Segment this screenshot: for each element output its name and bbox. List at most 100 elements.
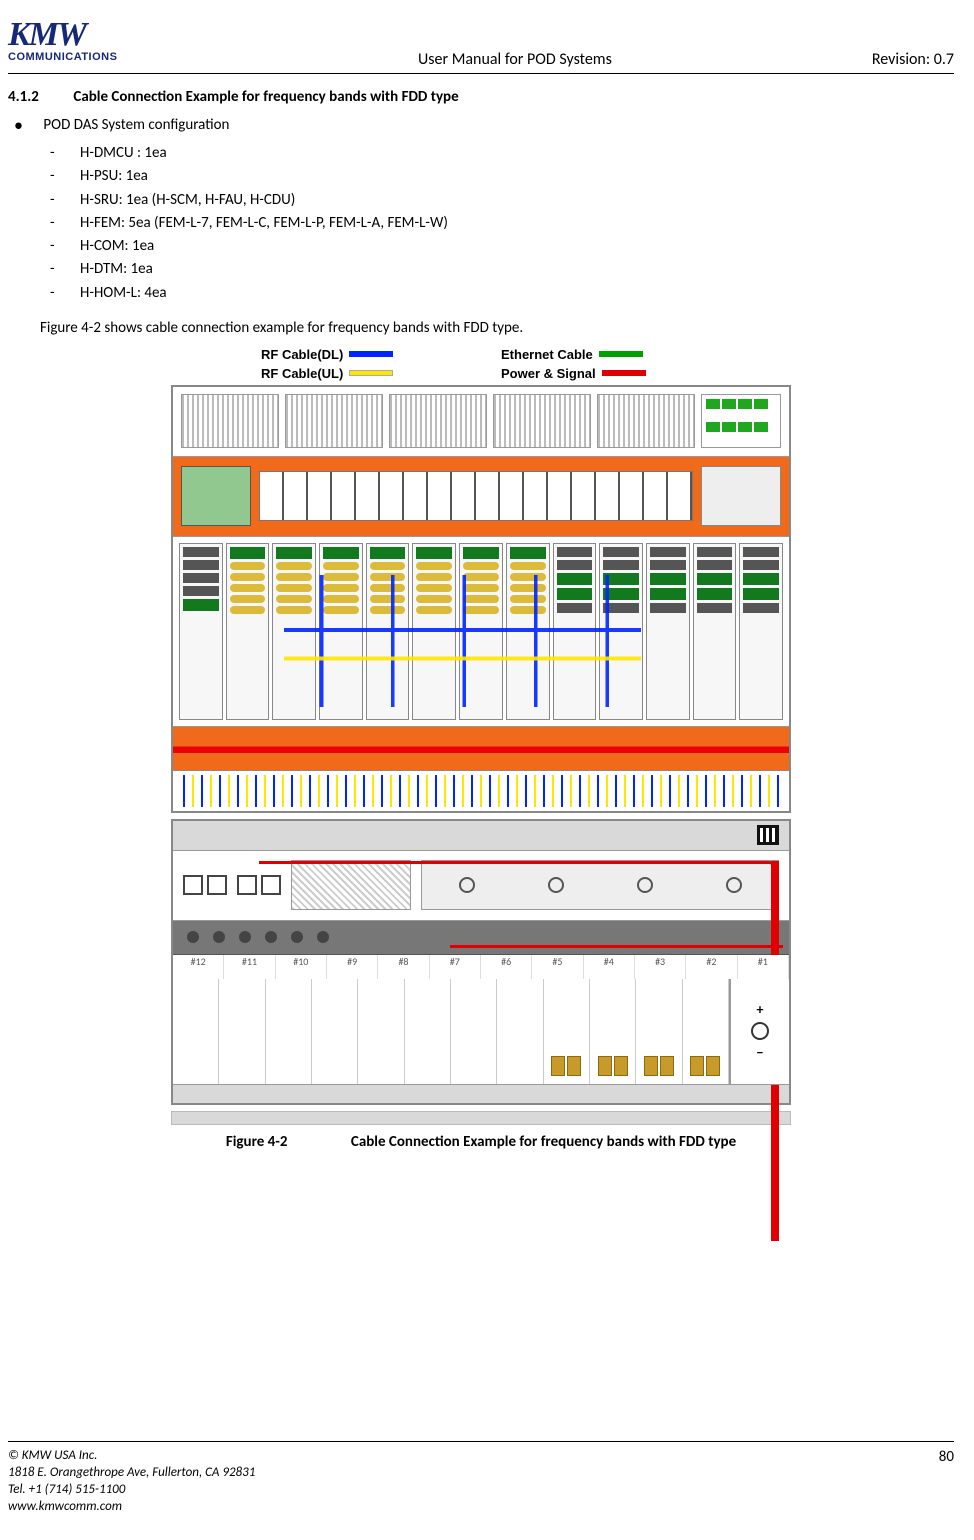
slot-label: #11 [224,955,275,979]
footer-tel: Tel. +1 (714) 515-1100 [8,1482,255,1499]
figure-caption-text: Cable Connection Example for frequency b… [351,1133,736,1151]
card-module [506,543,550,720]
slot-label: #3 [635,955,686,979]
card-module [179,543,223,720]
slot-label: #8 [378,955,429,979]
card-module [599,543,643,720]
page-number: 80 [939,1448,954,1466]
list-item: H-DMCU : 1ea [50,142,954,165]
list-item: H-COM: 1ea [50,235,954,258]
section-number: 4.1.2 [8,88,70,106]
rack2-top-bar [173,821,789,851]
swatch-red [602,370,646,376]
rack2-port-row [173,851,789,921]
dial-icon [637,877,653,893]
fan-icon [181,394,279,448]
rack2-bottom-strip [173,1085,789,1103]
fan-icon [389,394,487,448]
led-status-block [701,394,781,448]
spacer-strip [171,1111,791,1125]
lcd-screen [181,466,251,526]
slot-body: + − [173,979,789,1084]
bullet-config-title: POD DAS System configuration [14,116,954,134]
slot-label: #9 [327,955,378,979]
card-module [272,543,316,720]
swatch-blue [349,351,393,357]
fan-icon [493,394,591,448]
legend-power-signal: Power & Signal [501,366,701,381]
card-module [553,543,597,720]
figure-caption: Figure 4-2 Cable Connection Example for … [171,1133,791,1151]
bullet-text: POD DAS System configuration [43,116,229,134]
port-grid [259,471,693,521]
fan-icon [597,394,695,448]
card-module [366,543,410,720]
swatch-yellow [349,370,393,376]
slot-label: #1 [738,955,789,979]
logo-sub-text: COMMUNICATIONS [8,51,158,63]
dial-icon [548,877,564,893]
upper-rack-diagram [171,385,791,813]
footer-company-block: © KMW USA Inc. 1818 E. Orangethrope Ave,… [8,1448,255,1516]
card-module [739,543,783,720]
slot-label: #2 [686,955,737,979]
rack-cable-tray [173,771,789,811]
slot-label: #4 [584,955,635,979]
rack-fan-row [173,387,789,457]
side-panel [701,466,781,526]
legend-label: RF Cable(DL) [261,347,343,362]
page-footer: © KMW USA Inc. 1818 E. Orangethrope Ave,… [8,1441,954,1516]
footer-copyright: © KMW USA Inc. [8,1448,255,1465]
section-heading: 4.1.2 Cable Connection Example for frequ… [8,88,954,106]
slot-label: #7 [430,955,481,979]
slot-control: + − [729,979,789,1084]
list-item: H-FEM: 5ea (FEM-L-7, FEM-L-C, FEM-L-P, F… [50,212,954,235]
card-module [412,543,456,720]
card-module [319,543,363,720]
logo-main-text: KMW [8,20,158,51]
swatch-green [599,351,643,357]
footer-web: www.kmwcomm.com [8,1499,255,1516]
fan-icon [285,394,383,448]
legend-rf-ul: RF Cable(UL) [261,366,461,381]
legend-rf-dl: RF Cable(DL) [261,347,461,362]
lower-rack-diagram: #12 #11 #10 #9 #8 #7 #6 #5 #4 #3 #2 #1 [171,819,791,1105]
card-module [226,543,270,720]
red-cable-run [259,861,776,869]
dial-icon [459,877,475,893]
power-outlet-icon [757,825,779,845]
figure-4-2: RF Cable(DL) Ethernet Cable RF Cable(UL)… [171,347,791,1151]
slot-label: #6 [481,955,532,979]
rack-card-row [173,537,789,727]
rack-control-row [173,457,789,537]
slot-label: #12 [173,955,224,979]
card-module [646,543,690,720]
cable-legend: RF Cable(DL) Ethernet Cable RF Cable(UL)… [171,347,791,381]
document-title: User Manual for POD Systems [158,50,872,69]
legend-label: Power & Signal [501,366,596,381]
circle-icon [751,1022,769,1040]
list-item: H-PSU: 1ea [50,165,954,188]
red-cable-run [450,945,783,948]
rack2-slot-area: #12 #11 #10 #9 #8 #7 #6 #5 #4 #3 #2 #1 [173,955,789,1085]
footer-address: 1818 E. Orangethrope Ave, Fullerton, CA … [8,1465,255,1482]
rack2-dark-strip [173,921,789,955]
legend-label: RF Cable(UL) [261,366,343,381]
list-item: H-SRU: 1ea (H-SCM, H-FAU, H-CDU) [50,189,954,212]
revision-label: Revision: 0.7 [872,50,954,69]
legend-label: Ethernet Cable [501,347,593,362]
slot-label-row: #12 #11 #10 #9 #8 #7 #6 #5 #4 #3 #2 #1 [173,955,789,979]
figure-number: Figure 4-2 [226,1133,288,1151]
page-header: KMW COMMUNICATIONS User Manual for POD S… [8,20,954,74]
rack-power-bar [173,727,789,771]
company-logo: KMW COMMUNICATIONS [8,20,158,63]
rj45-pair [237,875,281,895]
slot-label: #10 [276,955,327,979]
list-item: H-DTM: 1ea [50,258,954,281]
legend-ethernet: Ethernet Cable [501,347,701,362]
config-list: H-DMCU : 1ea H-PSU: 1ea H-SRU: 1ea (H-SC… [50,142,954,305]
figure-intro-paragraph: Figure 4-2 shows cable connection exampl… [40,319,954,337]
rj45-pair [183,875,227,895]
slot-label: #5 [532,955,583,979]
dial-icon [726,877,742,893]
